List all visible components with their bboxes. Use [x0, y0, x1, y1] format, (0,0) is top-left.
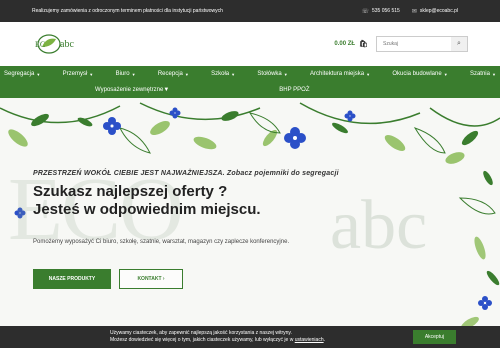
hero-subtext: Pomożemy wyposażyć Ci biuro, szkołę, sza… — [33, 239, 290, 245]
nav-item-label: Recepcja — [157, 71, 183, 77]
cookie-line-2: Możesz dowiedzieć się więcej o tym, jaki… — [110, 337, 325, 343]
nav-item-label: Segregacja — [4, 71, 35, 77]
cookie-banner: Używamy ciasteczek, aby zapewnić najleps… — [0, 326, 500, 348]
chevron-down-icon: ▼ — [443, 71, 448, 77]
chevron-down-icon: ▼ — [163, 87, 170, 93]
accept-cookies-button[interactable]: Akceptuj — [412, 330, 456, 344]
headline-line-2: Jesteś w odpowiednim miejscu. — [33, 201, 261, 218]
contact-info: ☏ 535 056 515 ✉ sklep@ecoabc.pl — [361, 8, 458, 15]
search-box: ⌕ — [376, 36, 468, 52]
nav-item-label: Szatnia — [469, 71, 490, 77]
nav-item-row1-3[interactable]: Recepcja ▼ — [158, 71, 189, 77]
nav-item-row1-6[interactable]: Architektura miejska ▼ — [310, 71, 370, 77]
products-button[interactable]: NASZE PRODUKTY — [33, 269, 111, 289]
hero-headline: Szukasz najlepszej oferty ? Jesteś w odp… — [33, 183, 453, 219]
cookie-line-2-text: Możesz dowiedzieć się więcej o tym, jaki… — [110, 337, 295, 343]
nav-item-row1-1[interactable]: Przemysł ▼ — [63, 71, 94, 77]
nav-item-row2-0[interactable]: Wyposażenie zewnętrzne▼ — [95, 87, 169, 93]
nav-item-row1-8[interactable]: Szatnia ▼ — [470, 71, 496, 77]
nav-item-row1-7[interactable]: Okucia budowlane ▼ — [392, 71, 447, 77]
cart-amount: 0.00 ZŁ — [334, 41, 356, 47]
nav-row-primary: Segregacja ▼ Przemysł ▼ Biuro ▼ Recepcja ▼ Szkoł… — [0, 66, 500, 82]
chevron-down-icon: ▼ — [491, 71, 496, 77]
main-navigation: Segregacja ▼ Przemysł ▼ Biuro ▼ Recepcja ▼ Szkoł… — [0, 66, 500, 98]
nav-item-label: Przemysł — [62, 71, 88, 77]
phone-link[interactable]: ☏ 535 056 515 — [361, 8, 399, 15]
chevron-down-icon: ▼ — [366, 71, 371, 77]
contact-button[interactable]: KONTAKT › — [119, 269, 183, 289]
nav-row-secondary: Wyposażenie zewnętrzne▼ BHP PPOŻ — [0, 82, 500, 98]
shopping-bag-icon: 🛍 — [359, 41, 368, 48]
hero-content: PRZESTRZEŃ WOKÓŁ CIEBIE JEST NAJWAŻNIEJS… — [33, 170, 453, 289]
nav-item-row1-5[interactable]: Stołówka ▼ — [257, 71, 287, 77]
search-icon: ⌕ — [457, 40, 461, 47]
nav-item-label: Okucia budowlane — [392, 71, 442, 77]
nav-item-label: BHP PPOŻ — [279, 87, 310, 93]
cookie-settings-link[interactable]: ustawieniach — [295, 337, 324, 343]
hero-buttons: NASZE PRODUKTY KONTAKT › — [33, 269, 453, 289]
chevron-down-icon: ▼ — [89, 71, 94, 77]
nav-item-label: Architektura miejska — [310, 71, 365, 77]
chevron-down-icon: ▼ — [131, 71, 136, 77]
search-button[interactable]: ⌕ — [451, 37, 467, 51]
search-input[interactable] — [377, 41, 451, 47]
chevron-down-icon: ▼ — [184, 71, 189, 77]
cookie-text: Używamy ciasteczek, aby zapewnić najleps… — [0, 330, 413, 344]
cart-button[interactable]: 0.00 ZŁ 🛍 — [334, 40, 368, 48]
site-logo[interactable]: EC abc — [32, 32, 92, 56]
phone-icon: ☏ — [361, 8, 369, 15]
chevron-down-icon: ▼ — [283, 71, 288, 77]
logo-text: abc — [60, 38, 74, 50]
email-address: sklep@ecoabc.pl — [419, 8, 458, 14]
info-text: Realizujemy zamówienia z odroczonym term… — [32, 8, 223, 14]
email-link[interactable]: ✉ sklep@ecoabc.pl — [412, 8, 458, 15]
top-info-bar: Realizujemy zamówienia z odroczonym term… — [0, 0, 500, 22]
nav-item-row1-2[interactable]: Biuro ▼ — [116, 71, 136, 77]
hero-tagline: PRZESTRZEŃ WOKÓŁ CIEBIE JEST NAJWAŻNIEJS… — [33, 170, 339, 177]
hero-banner: ECO abc PRZESTRZEŃ WOKÓŁ CIEBIE JEST NAJ… — [0, 98, 500, 332]
headline-line-1: Szukasz najlepszej oferty ? — [33, 183, 228, 200]
cookie-line-1: Używamy ciasteczek, aby zapewnić najleps… — [110, 330, 292, 336]
mail-icon: ✉ — [411, 8, 417, 15]
nav-item-label: Biuro — [115, 71, 130, 77]
site-header: EC abc 0.00 ZŁ 🛍 ⌕ — [0, 22, 500, 66]
nav-item-label: Stołówka — [257, 71, 282, 77]
nav-item-row1-4[interactable]: Szkoła ▼ — [211, 71, 235, 77]
chevron-down-icon: ▼ — [231, 71, 236, 77]
phone-number: 535 056 515 — [372, 8, 400, 14]
nav-item-row1-0[interactable]: Segregacja ▼ — [4, 71, 40, 77]
nav-item-label: Szkoła — [211, 71, 230, 77]
nav-item-row2-1[interactable]: BHP PPOŻ — [279, 87, 309, 93]
chevron-down-icon: ▼ — [36, 71, 41, 77]
svg-text:EC: EC — [35, 40, 45, 49]
nav-item-label: Wyposażenie zewnętrzne — [95, 87, 164, 93]
